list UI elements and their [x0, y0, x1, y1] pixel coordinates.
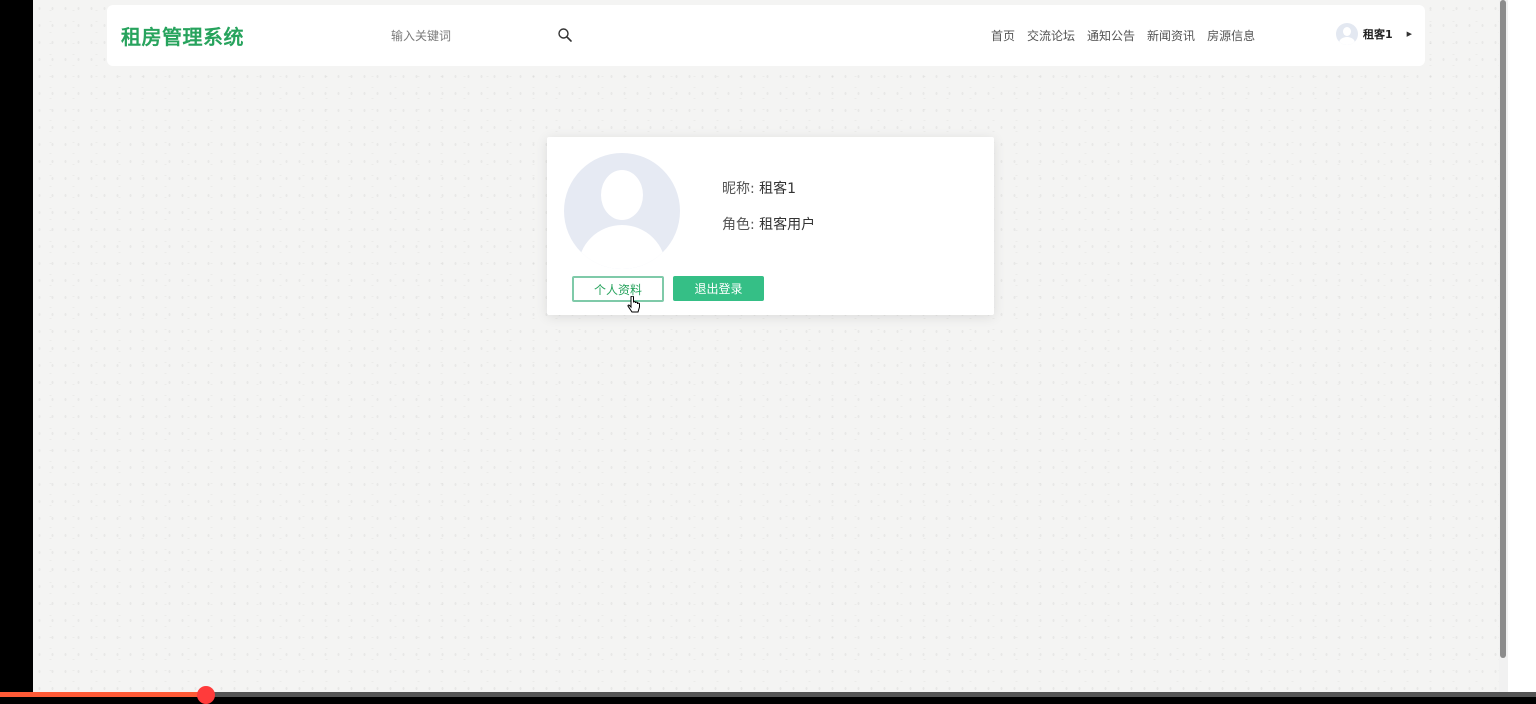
- hand-cursor-icon: [627, 296, 640, 313]
- site-logo[interactable]: 租房管理系统: [121, 21, 244, 50]
- user-name[interactable]: 租客1: [1363, 26, 1393, 42]
- role-label: 角色:: [722, 217, 755, 233]
- profile-card: 昵称: 租客1 角色: 租客用户 个人资料 退出登录: [547, 137, 994, 315]
- top-header: 租房管理系统 首页 交流论坛 通知公告 新闻资讯 房源信息 租客1 ▶: [107, 5, 1425, 66]
- nickname-value: 租客1: [759, 181, 797, 197]
- avatar-body-shape: [578, 225, 666, 269]
- nav-home[interactable]: 首页: [991, 27, 1015, 44]
- nav-news[interactable]: 新闻资讯: [1147, 27, 1195, 44]
- profile-avatar: [564, 153, 680, 269]
- profile-button[interactable]: 个人资料: [572, 276, 664, 302]
- role-row: 角色: 租客用户: [722, 214, 815, 234]
- nav-housing[interactable]: 房源信息: [1207, 27, 1255, 44]
- window-edge: [1508, 0, 1536, 697]
- caret-down-icon[interactable]: ▶: [1407, 30, 1412, 38]
- video-progress-handle[interactable]: [197, 686, 215, 704]
- nav-notice[interactable]: 通知公告: [1087, 27, 1135, 44]
- logout-button[interactable]: 退出登录: [673, 276, 764, 301]
- nickname-label: 昵称:: [722, 181, 755, 197]
- nav-forum[interactable]: 交流论坛: [1027, 27, 1075, 44]
- search-input[interactable]: [389, 24, 558, 48]
- scrollbar-thumb[interactable]: [1500, 0, 1506, 658]
- video-progress-fill: [0, 692, 205, 697]
- main-nav: 首页 交流论坛 通知公告 新闻资讯 房源信息: [991, 27, 1255, 44]
- nickname-row: 昵称: 租客1: [722, 178, 796, 198]
- search-icon[interactable]: [557, 27, 573, 43]
- page-background: [33, 0, 1499, 697]
- avatar-head-shape: [601, 170, 643, 220]
- vertical-scrollbar[interactable]: [1499, 0, 1508, 697]
- avatar[interactable]: [1336, 23, 1358, 45]
- role-value: 租客用户: [759, 217, 816, 233]
- user-menu[interactable]: 租客1 ▶: [1336, 23, 1412, 45]
- video-progress-bar[interactable]: [0, 686, 1536, 704]
